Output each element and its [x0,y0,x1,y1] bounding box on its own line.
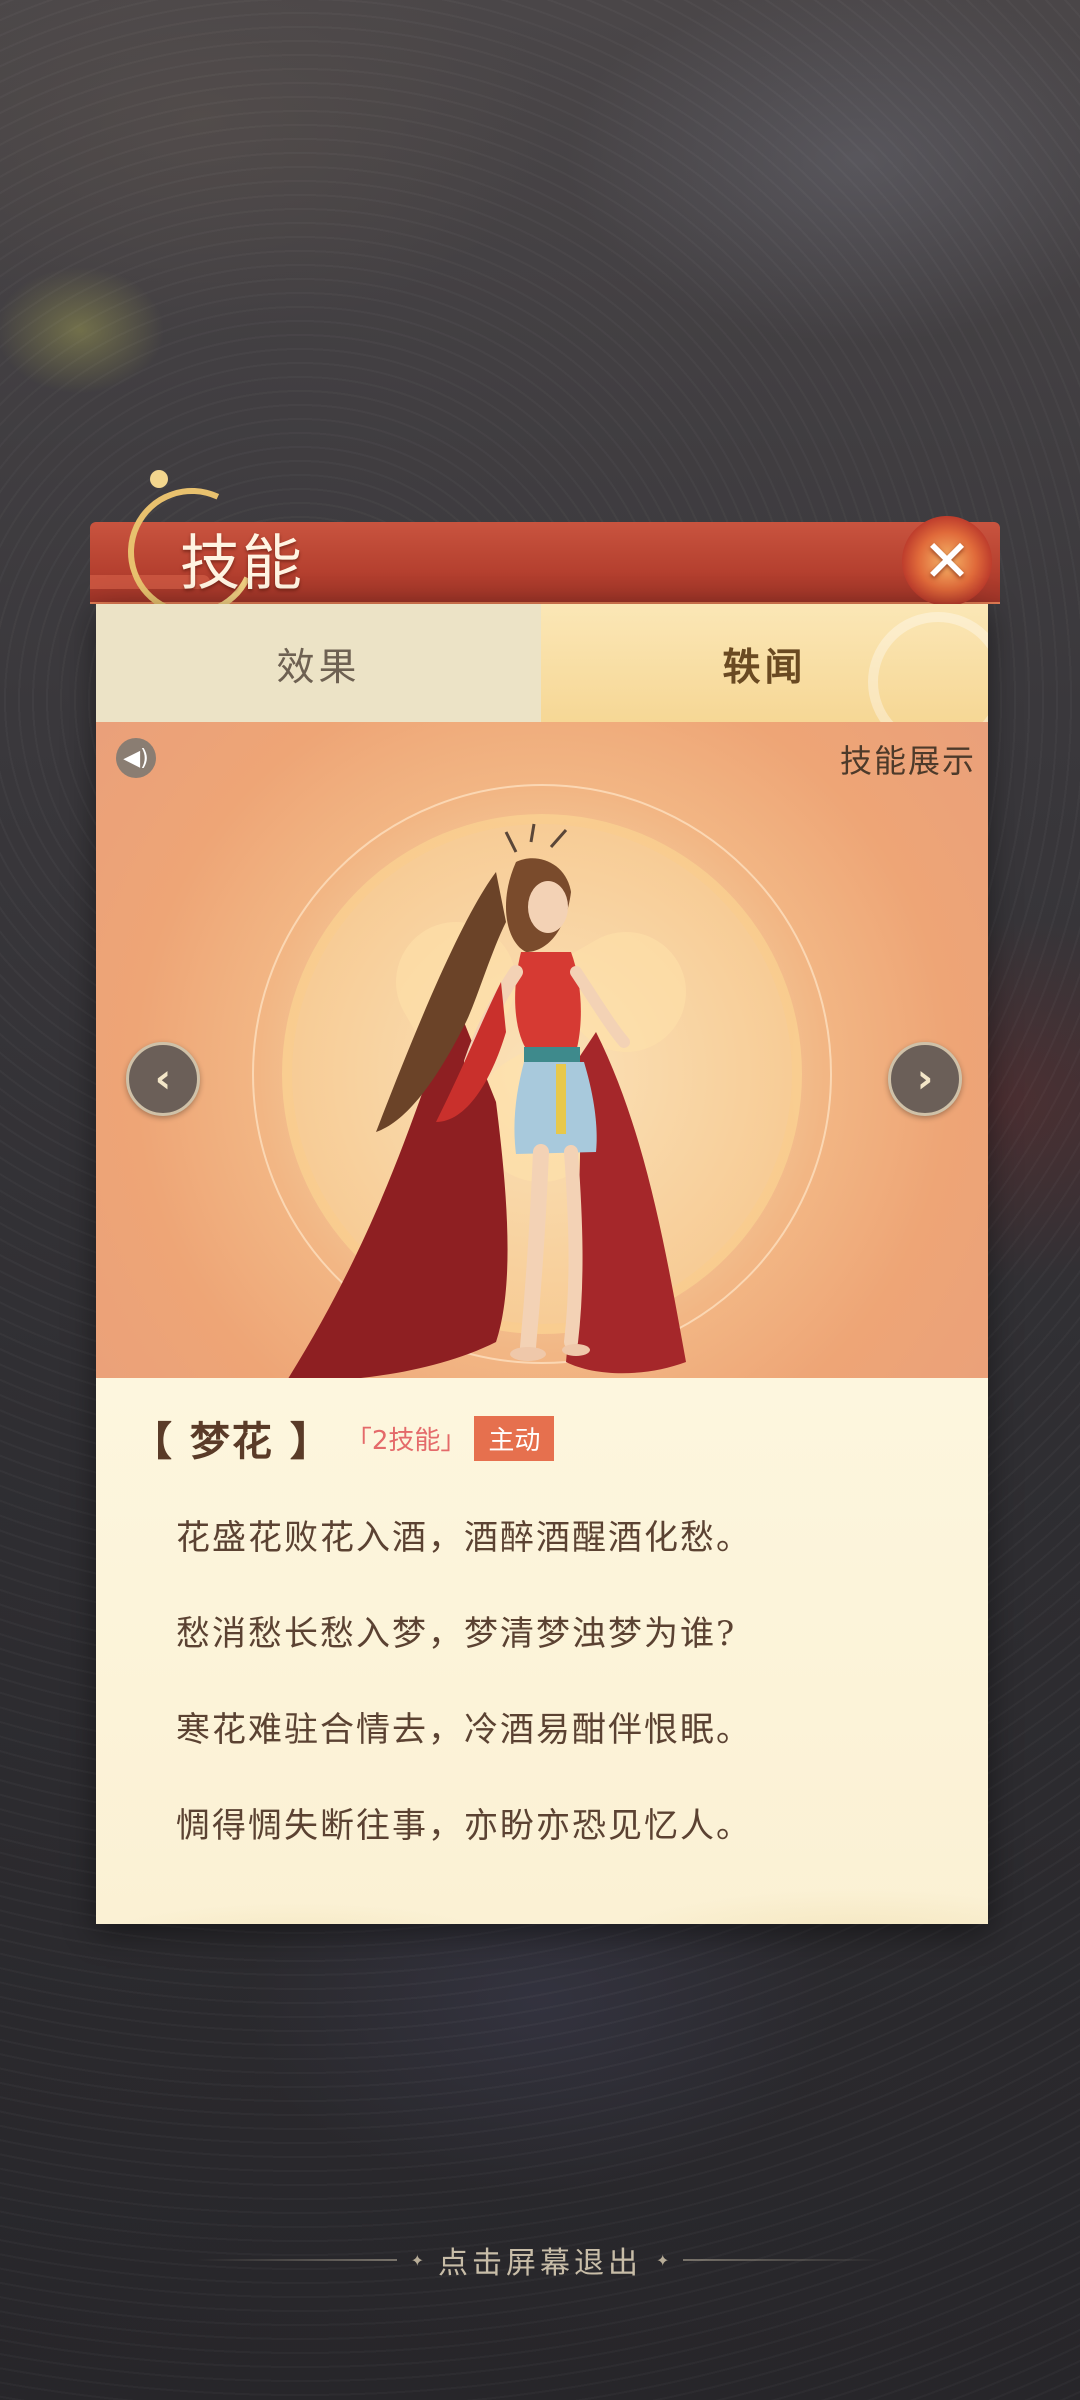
speaker-icon[interactable]: ◀) [116,738,156,778]
divider [683,2259,884,2261]
exit-hint[interactable]: ✦ 点击屏幕退出 ✦ [0,2230,1080,2290]
sparkle-icon: ✦ [410,2250,424,2270]
divider [196,2259,397,2261]
skill-slot-tag: 「2技能」 [345,1425,467,1456]
close-icon: ✕ [922,527,972,595]
tab-lore[interactable]: 轶闻 [541,604,988,752]
skill-type-badge: 主动 [474,1415,555,1461]
sparkle-icon: ✦ [656,2250,670,2270]
poem-line: 愁消愁长愁入梦，梦清梦浊梦为谁? [176,1614,737,1654]
skill-showcase-label[interactable]: 技能展示 [840,736,976,782]
skill-name: 【 梦花 】 [132,1418,332,1465]
wave-decoration [96,1834,988,1924]
exit-hint-text: 点击屏幕退出 [438,2246,642,2281]
moon-ornament [150,470,168,488]
skill-description: 【 梦花 】 「2技能」 主动 花盛花败花入酒，酒醉酒醒酒化愁。 愁消愁长愁入梦… [96,1378,988,1924]
skill-poem: 花盛花败花入酒，酒醉酒醒酒化愁。 愁消愁长愁入梦，梦清梦浊梦为谁? 寒花难驻合情… [176,1490,936,1874]
chevron-right-icon[interactable]: › [888,1042,962,1116]
tab-effect[interactable]: 效果 [96,604,541,722]
skill-heading: 【 梦花 】 「2技能」 主动 [132,1410,555,1466]
poem-line: 花盛花败花入酒，酒醉酒醒酒化愁。 [176,1518,752,1558]
tab-lore-label: 轶闻 [722,643,807,689]
skill-showcase: ◀) 技能展示 ‹ › [96,722,988,1378]
skill-panel: 效果 轶闻 ◀) 技能展示 ‹ › 【 梦花 】 「2技能」 主动 花盛花败花入… [96,604,988,1924]
poem-line: 寒花难驻合情去，冷酒易酣伴恨眠。 [176,1710,752,1750]
dialog-title: 技能 [180,529,304,599]
character-model [288,823,686,1378]
close-button[interactable]: ✕ [889,503,1005,619]
chevron-left-icon[interactable]: ‹ [126,1042,200,1116]
